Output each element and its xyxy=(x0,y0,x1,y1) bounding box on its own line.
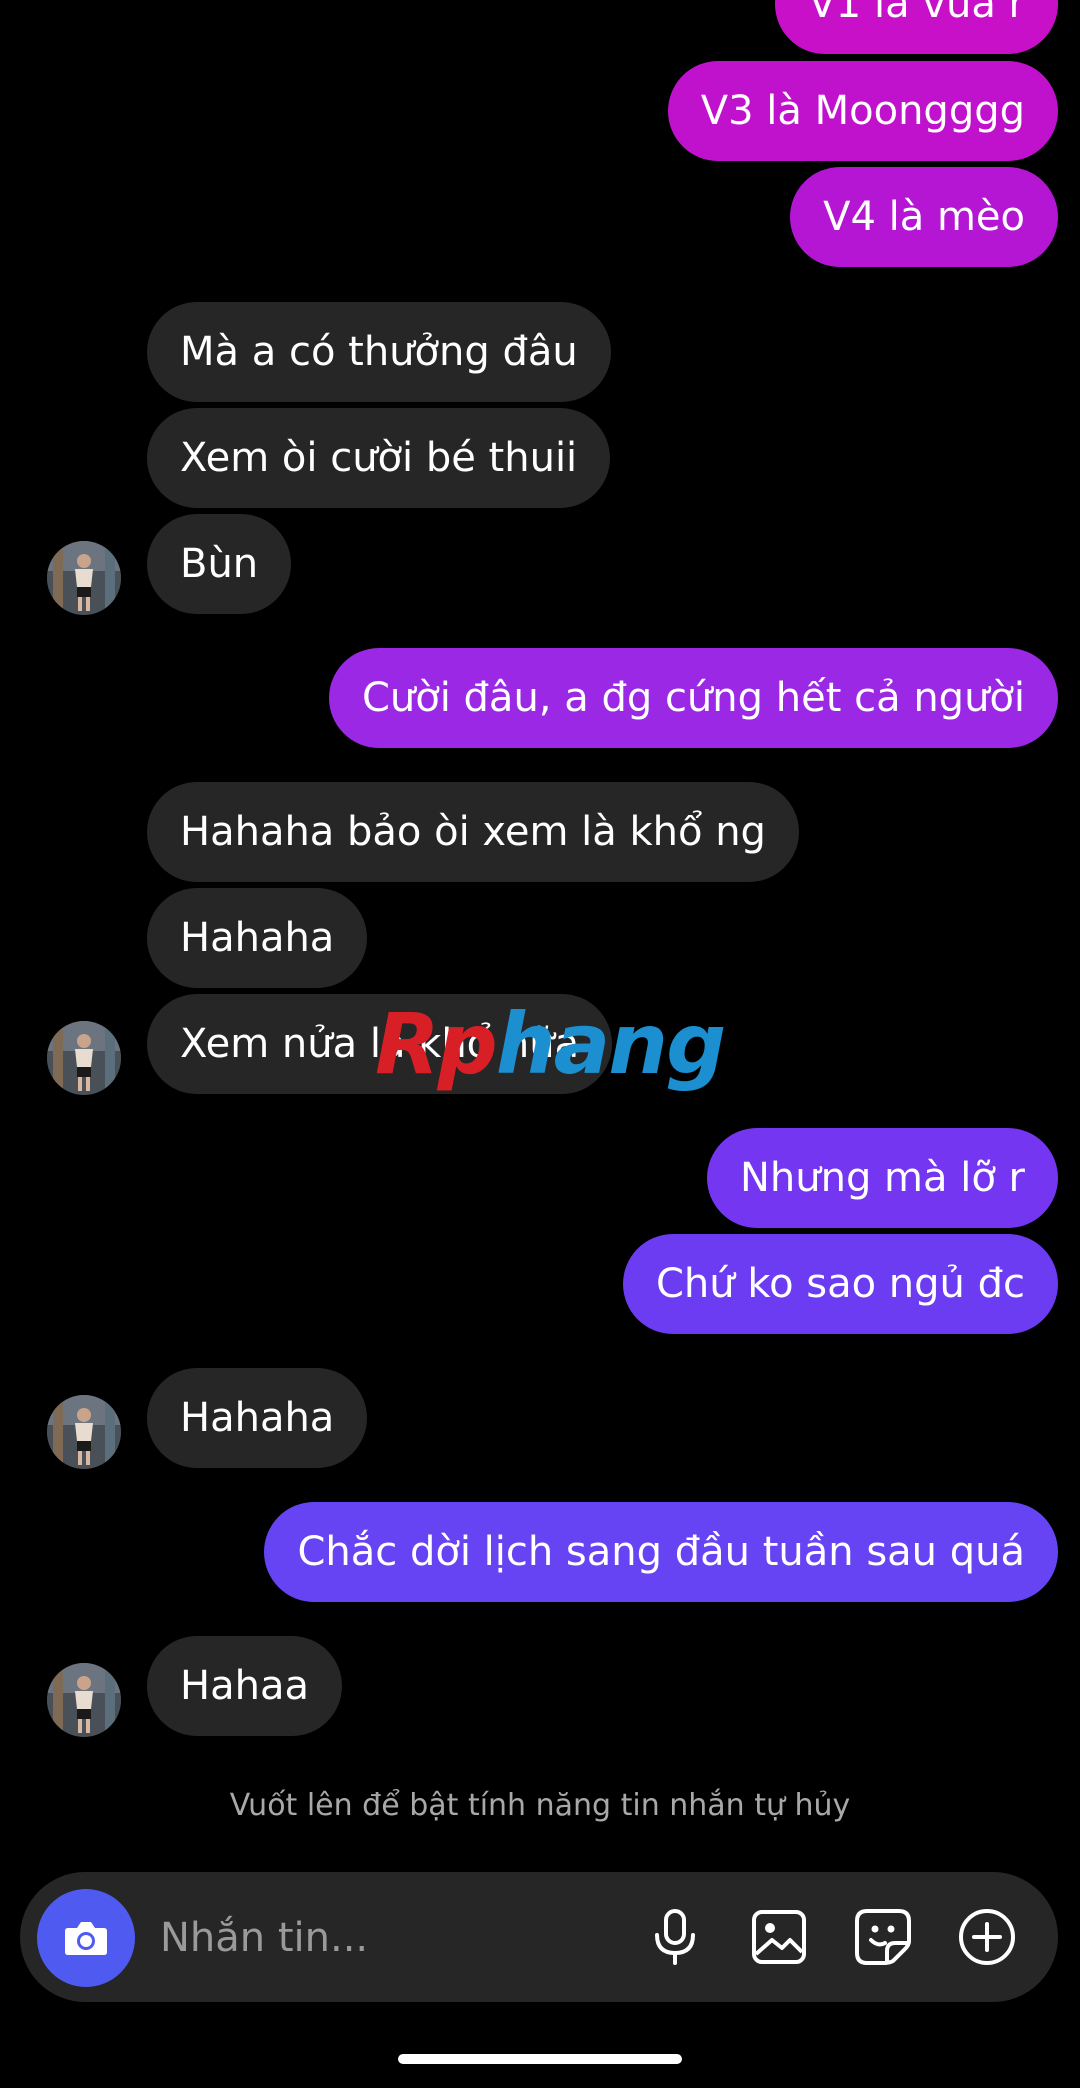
message-bubble-outgoing[interactable]: V4 là mèo xyxy=(790,167,1058,267)
sticker-icon xyxy=(855,1909,911,1965)
message-bubble-incoming[interactable]: Xem nửa là khổ nữa xyxy=(147,994,613,1094)
message-input[interactable] xyxy=(158,1907,622,1969)
add-button[interactable] xyxy=(955,1905,1019,1969)
message-bubble-incoming[interactable]: Hahaa xyxy=(147,1636,342,1736)
message-bubble-outgoing[interactable]: Chứ ko sao ngủ đc xyxy=(622,1234,1058,1334)
camera-button[interactable] xyxy=(37,1889,135,1987)
gallery-icon xyxy=(752,1910,806,1964)
message-bubble-outgoing[interactable]: Nhưng mà lỡ r xyxy=(706,1128,1058,1228)
avatar[interactable] xyxy=(47,541,121,615)
message-bubble-outgoing[interactable]: Chắc dời lịch sang đầu tuần sau quá xyxy=(264,1502,1058,1602)
message-bubble-outgoing[interactable]: V3 là Moongggg xyxy=(667,61,1058,161)
message-bubble-incoming[interactable]: Hahaha xyxy=(147,1368,368,1468)
gallery-button[interactable] xyxy=(747,1905,811,1969)
message-bubble-incoming[interactable]: Mà a có thưởng đâu xyxy=(147,302,611,402)
message-bubble-outgoing[interactable]: V1 là vừa r xyxy=(775,0,1058,54)
avatar[interactable] xyxy=(47,1395,121,1469)
microphone-button[interactable] xyxy=(643,1905,707,1969)
message-thread: V1 là vừa r V3 là Moongggg V4 là mèo Mà … xyxy=(0,0,1080,2088)
add-icon xyxy=(959,1909,1015,1965)
message-bubble-incoming[interactable]: Bùn xyxy=(147,514,292,614)
avatar[interactable] xyxy=(47,1663,121,1737)
message-bubble-incoming[interactable]: Hahaha xyxy=(147,888,368,988)
message-bubble-incoming[interactable]: Hahaha bảo òi xem là khổ ng xyxy=(147,782,799,882)
message-composer xyxy=(20,1872,1058,2002)
avatar[interactable] xyxy=(47,1021,121,1095)
camera-icon xyxy=(65,1922,107,1955)
sticker-button[interactable] xyxy=(851,1905,915,1969)
message-bubble-outgoing[interactable]: Cười đâu, a đg cứng hết cả người xyxy=(328,648,1058,748)
home-indicator[interactable] xyxy=(398,2054,682,2064)
microphone-icon xyxy=(655,1909,695,1965)
message-bubble-incoming[interactable]: Xem òi cười bé thuii xyxy=(147,408,611,508)
vanish-mode-hint: Vuốt lên để bật tính năng tin nhắn tự hủ… xyxy=(229,1788,851,1823)
